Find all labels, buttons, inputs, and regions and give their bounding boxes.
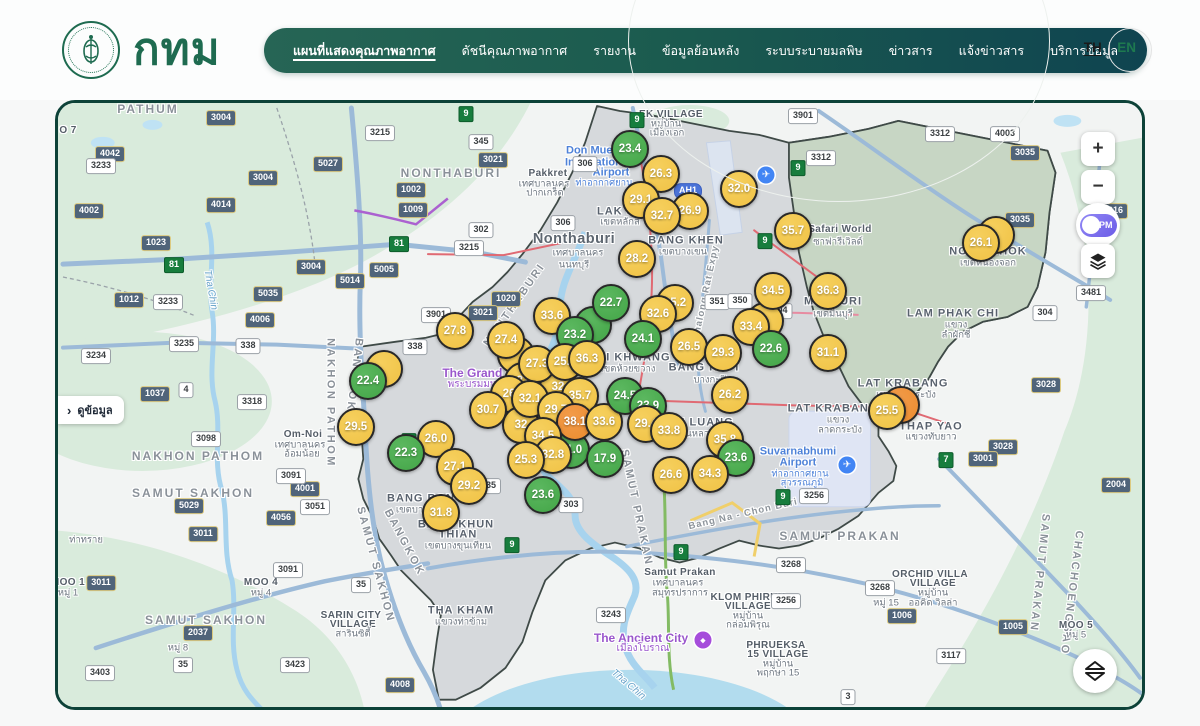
aqi-marker[interactable]: 22.4: [349, 362, 387, 400]
aqi-marker[interactable]: 29.2: [450, 467, 488, 505]
pm-toggle-label: PM: [1099, 220, 1113, 230]
aqi-marker[interactable]: 22.7: [592, 284, 630, 322]
aqi-marker[interactable]: 35.7: [774, 212, 812, 250]
aqi-marker[interactable]: 22.6: [752, 330, 790, 368]
tilt-icon: [1083, 659, 1107, 683]
view-data-label: ดูข้อมูล: [77, 401, 112, 419]
lang-th[interactable]: TH: [1084, 40, 1102, 55]
logo-text: กทม: [133, 28, 221, 72]
aqi-marker[interactable]: 32.7: [643, 197, 681, 235]
zoom-in-button[interactable]: +: [1081, 132, 1115, 166]
nav-list: แผนที่แสดงคุณภาพอากาศดัชนีคุณภาพอากาศราย…: [280, 41, 1131, 61]
nav-item[interactable]: แจ้งข่าวสาร: [946, 41, 1037, 61]
aqi-marker[interactable]: 26.1: [962, 224, 1000, 262]
aqi-marker[interactable]: 34.5: [754, 272, 792, 310]
tilt-control-button[interactable]: [1073, 649, 1117, 693]
nav-item[interactable]: ข้อมูลย้อนหลัง: [649, 41, 752, 61]
nav-item[interactable]: รายงาน: [580, 41, 649, 61]
layers-icon: [1088, 251, 1108, 271]
aqi-marker[interactable]: 22.3: [387, 434, 425, 472]
view-data-button[interactable]: › ดูข้อมูล: [58, 396, 124, 424]
language-switch: TH | EN: [1084, 40, 1136, 55]
aqi-marker[interactable]: 26.5: [670, 328, 708, 366]
aqi-marker[interactable]: 23.6: [524, 476, 562, 514]
aqi-marker[interactable]: 26.2: [711, 376, 749, 414]
aqi-marker[interactable]: 25.3: [507, 441, 545, 479]
aqi-marker[interactable]: 36.3: [568, 340, 606, 378]
aqi-marker[interactable]: 33.8: [650, 412, 688, 450]
map-viewport[interactable]: PATHUMNONTHABURINAKHON PATHOMSAMUT SAKHO…: [55, 100, 1145, 710]
aqi-marker[interactable]: 24.1: [624, 320, 662, 358]
header: กทม แผนที่แสดงคุณภาพอากาศดัชนีคุณภาพอากา…: [0, 0, 1200, 100]
pm-toggle-pill: PM: [1080, 214, 1117, 237]
nav-item[interactable]: ดัชนีคุณภาพอากาศ: [449, 41, 581, 61]
zoom-out-button[interactable]: −: [1081, 170, 1115, 204]
aqi-marker[interactable]: 36.3: [809, 272, 847, 310]
aqi-marker[interactable]: 29.3: [704, 334, 742, 372]
logo[interactable]: กทม: [62, 21, 221, 79]
lang-divider: |: [1108, 40, 1112, 55]
aqi-marker[interactable]: 28.2: [618, 240, 656, 278]
aqi-marker[interactable]: 29.5: [337, 408, 375, 446]
aqi-marker[interactable]: 17.9: [586, 440, 624, 478]
aqi-marker[interactable]: 34.3: [691, 455, 729, 493]
nav-item[interactable]: แผนที่แสดงคุณภาพอากาศ: [280, 41, 449, 61]
seal-emblem: [76, 33, 106, 67]
aqi-marker[interactable]: 31.8: [422, 494, 460, 532]
aqi-marker[interactable]: 30.7: [469, 391, 507, 429]
aqi-marker[interactable]: 27.8: [436, 312, 474, 350]
nav-item[interactable]: ระบบระบายมลพิษ: [752, 41, 875, 61]
chevron-right-icon: ›: [67, 404, 71, 417]
aqi-marker[interactable]: 31.1: [809, 334, 847, 372]
pm-layer-toggle[interactable]: PM: [1076, 203, 1120, 247]
bma-seal-icon: [62, 21, 120, 79]
aqi-marker[interactable]: 27.4: [487, 321, 525, 359]
aqi-markers-layer: 3226323231.023.426.332.029.126.932.735.7…: [58, 103, 1142, 707]
aqi-marker[interactable]: 26.6: [652, 456, 690, 494]
aqi-marker[interactable]: 25.5: [868, 392, 906, 430]
aqi-marker[interactable]: 32.0: [720, 170, 758, 208]
lang-en[interactable]: EN: [1117, 40, 1136, 55]
aqi-marker[interactable]: 23.4: [611, 130, 649, 168]
layers-button[interactable]: [1081, 244, 1115, 278]
nav-item[interactable]: ข่าวสาร: [876, 41, 946, 61]
main-nav: แผนที่แสดงคุณภาพอากาศดัชนีคุณภาพอากาศราย…: [264, 28, 1147, 73]
